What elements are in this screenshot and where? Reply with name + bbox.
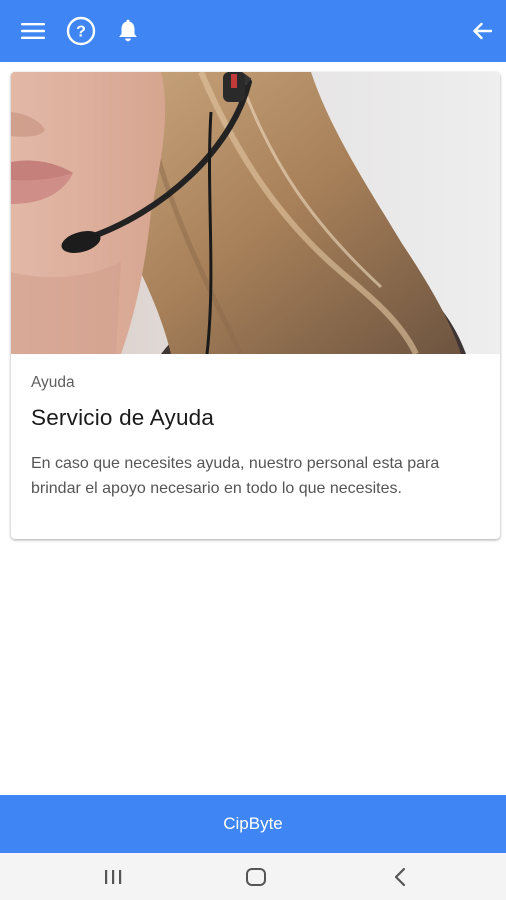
- system-nav-bar: [0, 853, 506, 900]
- home-icon[interactable]: [236, 861, 276, 893]
- bell-icon[interactable]: [110, 13, 146, 49]
- card-category: Ayuda: [31, 374, 75, 391]
- menu-icon[interactable]: [15, 13, 51, 49]
- support-agent-image: [11, 72, 500, 354]
- footer-bar: CipByte: [0, 795, 506, 853]
- help-icon[interactable]: ?: [63, 13, 99, 49]
- card-description: En caso que necesites ayuda, nuestro per…: [31, 455, 440, 497]
- help-card[interactable]: Ayuda Servicio de Ayuda En caso que nece…: [11, 72, 500, 539]
- app-bar: ?: [0, 0, 506, 62]
- card-title: Servicio de Ayuda: [31, 405, 215, 430]
- back-arrow-icon[interactable]: [464, 13, 500, 49]
- svg-text:?: ?: [76, 24, 86, 41]
- footer-label: CipByte: [223, 814, 283, 833]
- recent-apps-icon[interactable]: [93, 861, 133, 893]
- back-icon[interactable]: [380, 861, 420, 893]
